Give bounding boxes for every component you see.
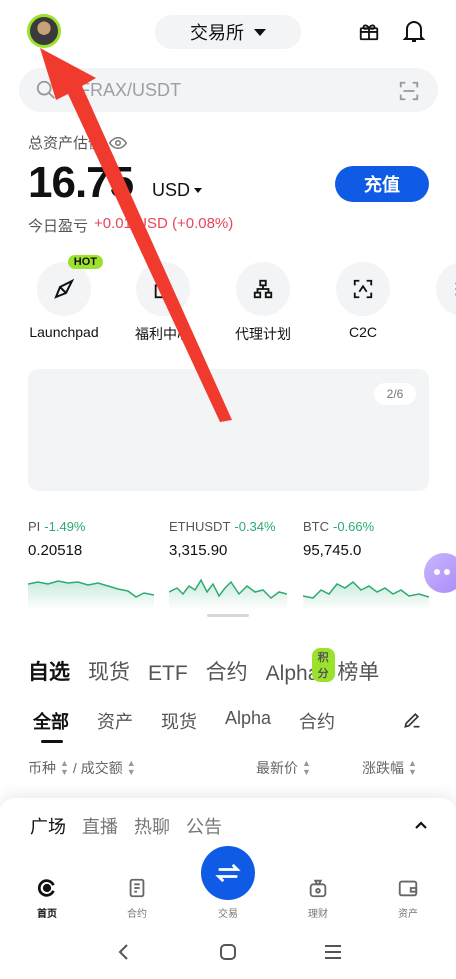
profile-avatar[interactable] (27, 14, 61, 48)
shortcut-welfare-center[interactable]: 福利中心 (123, 262, 203, 344)
subtab-alpha[interactable]: Alpha (225, 708, 271, 734)
feed-tabs: 广场 直播 热聊 公告 (30, 813, 222, 839)
sort-icon: ▲ ▼ (302, 758, 311, 777)
ticker-pi[interactable]: PI -1.49% 0.20518 (28, 519, 86, 559)
more-icon (455, 282, 456, 296)
column-change[interactable]: 涨跌幅 ▲ ▼ (362, 758, 417, 778)
tab-live[interactable]: 直播 (82, 813, 118, 839)
search-icon (36, 80, 55, 99)
subtab-active-indicator (41, 740, 63, 743)
nav-assets[interactable]: 资产 (378, 877, 438, 920)
c2c-icon (353, 279, 373, 299)
banner-page-indicator: 2/6 (374, 383, 416, 405)
eye-icon[interactable] (109, 136, 128, 150)
rocket-icon (54, 278, 75, 299)
market-category-tabs: 自选 现货 ETF 合约 Alpha 积分 榜单 (28, 648, 379, 686)
sort-icon: ▲ ▼ (126, 758, 136, 777)
nav-earn[interactable]: 理财 (288, 877, 348, 920)
exchange-label: 交易所 (190, 23, 244, 43)
bell-icon[interactable] (402, 18, 426, 44)
tab-favorites[interactable]: 自选 (28, 656, 70, 686)
gift-icon[interactable] (358, 20, 380, 42)
ticker-btc[interactable]: BTC -0.66% 95,745.0 (303, 519, 374, 559)
exchange-selector[interactable]: 交易所 (155, 15, 301, 49)
gift-box-icon (154, 280, 172, 299)
nav-futures[interactable]: 合约 (107, 877, 167, 920)
swap-icon (215, 863, 241, 883)
home-button-icon[interactable] (216, 940, 240, 964)
currency-selector[interactable]: USD (152, 180, 203, 201)
daily-pnl: 今日盈亏 +0.01 USD (+0.08%) (28, 215, 234, 235)
promo-banner[interactable] (28, 369, 429, 491)
scan-icon[interactable] (398, 80, 420, 102)
shortcut-launchpad[interactable]: HOT Launchpad (24, 255, 104, 340)
subtab-all[interactable]: 全部 (33, 708, 69, 734)
recents-icon[interactable] (321, 940, 345, 964)
ticker-scroll-indicator (207, 614, 249, 617)
subtab-assets[interactable]: 资产 (97, 708, 133, 734)
tab-rankings[interactable]: 榜单 (337, 656, 379, 686)
tab-etf[interactable]: ETF (148, 662, 188, 686)
home-icon (37, 879, 55, 897)
network-icon (253, 279, 273, 299)
caret-down-icon (194, 188, 203, 193)
tab-spot[interactable]: 现货 (88, 656, 130, 686)
sparkline-btc (303, 581, 429, 610)
sparkline-ethusdt (169, 578, 287, 610)
shortcut-agent-program[interactable]: 代理计划 (223, 262, 303, 344)
market-sub-tabs: 全部 资产 现货 Alpha 合约 (33, 708, 335, 734)
sort-icon: ▲ ▼ (408, 758, 417, 777)
sort-icon: ▲ ▼ (60, 758, 69, 777)
caret-down-icon (254, 28, 266, 36)
tab-futures[interactable]: 合约 (206, 656, 248, 686)
tab-announcements[interactable]: 公告 (186, 813, 222, 839)
subtab-spot[interactable]: 现货 (161, 708, 197, 734)
column-pair[interactable]: 币种 ▲ ▼ / 成交额 ▲ ▼ (28, 758, 136, 778)
pnl-value: +0.01 USD (+0.08%) (94, 215, 234, 232)
edit-icon[interactable] (402, 710, 422, 730)
nav-home[interactable]: 首页 (17, 877, 77, 920)
tab-hot-chat[interactable]: 热聊 (134, 813, 170, 839)
deposit-button[interactable]: 充值 (335, 166, 429, 202)
wallet-icon (398, 880, 418, 897)
chat-bubble-icon[interactable] (424, 553, 456, 593)
points-badge: 积分 (311, 648, 335, 682)
nav-trade-button[interactable] (201, 846, 255, 900)
sparkline-pi (28, 580, 154, 610)
tab-alpha[interactable]: Alpha 积分 (266, 648, 335, 686)
tab-square[interactable]: 广场 (30, 813, 66, 839)
subtab-futures[interactable]: 合约 (299, 708, 335, 734)
ticker-ethusdt[interactable]: ETHUSDT -0.34% 3,315.90 (169, 519, 276, 559)
shortcut-c2c[interactable]: C2C (323, 262, 403, 340)
shortcut-more[interactable]: 更 (423, 262, 456, 344)
futures-icon (129, 878, 145, 898)
chevron-up-icon[interactable] (414, 818, 428, 832)
hot-badge: HOT (67, 255, 103, 269)
back-icon[interactable] (112, 940, 136, 964)
total-assets-value: 16.75 (28, 158, 134, 207)
earn-icon (309, 879, 327, 898)
nav-trade-label: 交易 (218, 909, 238, 920)
search-placeholder: FRAX/USDT (79, 79, 182, 100)
total-assets-label: 总资产估值 (28, 132, 128, 153)
search-bar[interactable]: FRAX/USDT (19, 68, 438, 112)
column-last-price[interactable]: 最新价 ▲ ▼ (256, 758, 311, 778)
